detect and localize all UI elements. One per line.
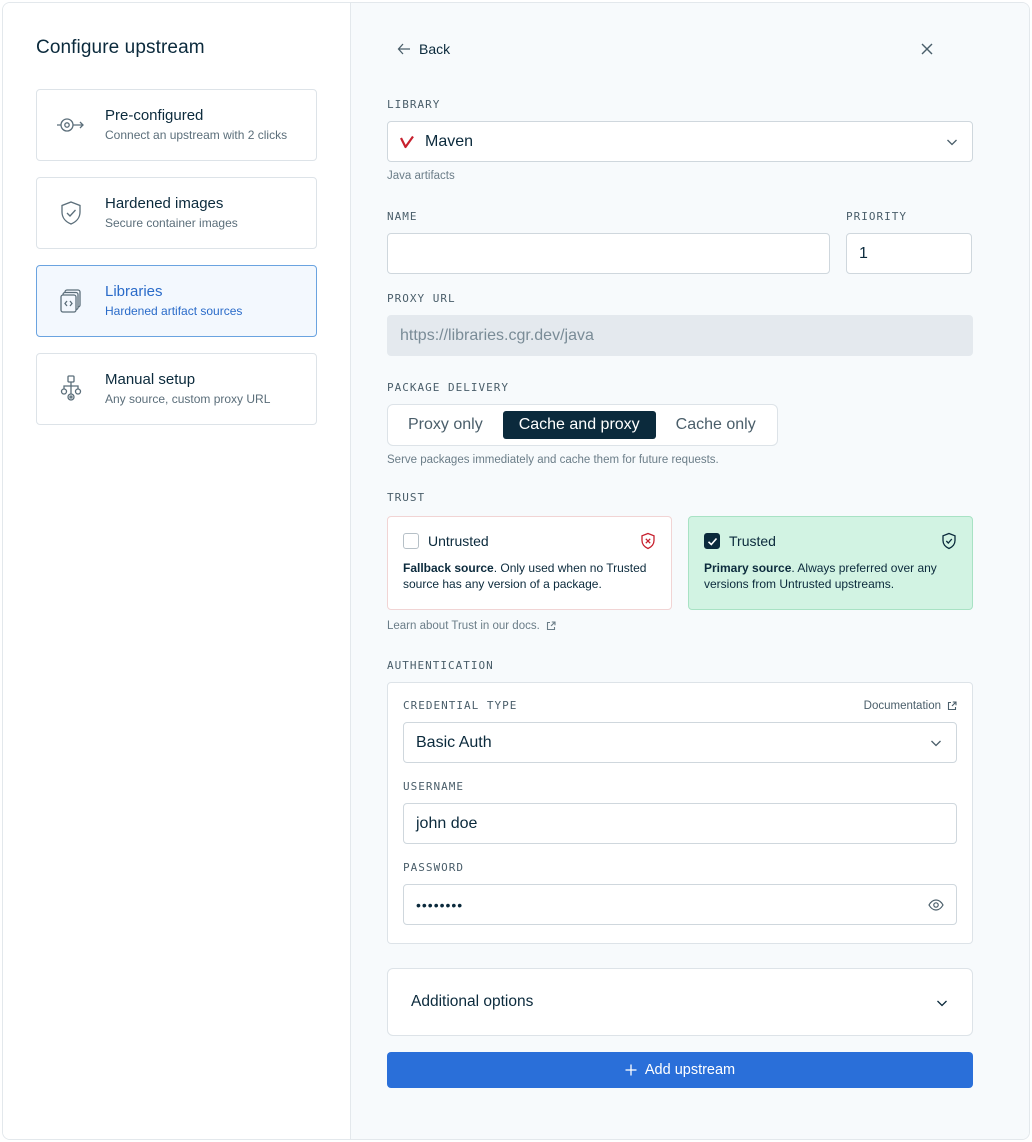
source-type-panel: Configure upstream Pre-configured Connec… <box>3 3 351 1139</box>
option-title: Pre-configured <box>105 107 204 124</box>
source-type-list: Pre-configured Connect an upstream with … <box>36 89 350 425</box>
library-label: LIBRARY <box>387 98 441 111</box>
option-subtitle: Connect an upstream with 2 clicks <box>105 128 288 142</box>
add-upstream-button[interactable]: Add upstream <box>387 1052 973 1088</box>
credential-type-select[interactable]: Basic Auth <box>403 722 957 763</box>
option-subtitle: Hardened artifact sources <box>105 304 243 318</box>
trusted-checkbox[interactable] <box>704 533 720 549</box>
library-value: Maven <box>425 132 474 150</box>
password-label: PASSWORD <box>403 861 464 874</box>
delivery-segmented-control: Proxy only Cache and proxy Cache only <box>387 404 778 446</box>
delivery-option-proxy-only[interactable]: Proxy only <box>392 411 499 439</box>
proxy-url-field: https://libraries.cgr.dev/java <box>387 315 973 356</box>
shield-check-icon <box>942 532 956 550</box>
untrusted-title: Untrusted <box>428 533 489 549</box>
option-libraries[interactable]: Libraries Hardened artifact sources <box>36 265 317 337</box>
close-icon[interactable] <box>919 41 935 57</box>
package-delivery-section: PACKAGE DELIVERY Proxy only Cache and pr… <box>387 380 973 466</box>
external-link-icon <box>947 701 957 711</box>
option-title: Manual setup <box>105 371 196 388</box>
username-value: john doe <box>416 814 478 832</box>
priority-value: 1 <box>859 244 868 262</box>
authentication-section: AUTHENTICATION CREDENTIAL TYPE Documenta… <box>387 658 973 944</box>
additional-options-toggle[interactable]: Additional options <box>387 968 973 1036</box>
name-label: NAME <box>387 210 418 223</box>
username-input[interactable]: john doe <box>403 803 957 844</box>
maven-logo-icon <box>400 135 414 148</box>
trust-docs-link[interactable]: Learn about Trust in our docs. <box>387 620 556 632</box>
libraries-icon <box>37 285 105 317</box>
priority-label: PRIORITY <box>846 210 907 223</box>
trusted-title: Trusted <box>729 533 776 549</box>
flow-icon <box>37 373 105 405</box>
untrusted-checkbox[interactable] <box>403 533 419 549</box>
external-link-icon <box>546 621 556 631</box>
option-pre-configured[interactable]: Pre-configured Connect an upstream with … <box>36 89 317 161</box>
proxy-url-value: https://libraries.cgr.dev/java <box>400 326 594 344</box>
option-subtitle: Any source, custom proxy URL <box>105 392 271 406</box>
checkmark-icon <box>707 537 717 546</box>
back-label: Back <box>419 41 451 57</box>
add-upstream-label: Add upstream <box>644 1062 736 1078</box>
authentication-box: CREDENTIAL TYPE Documentation Basic Auth… <box>387 682 973 944</box>
chevron-down-icon <box>947 139 957 146</box>
untrusted-description: Fallback source. Only used when no Trust… <box>403 561 647 591</box>
option-title: Libraries <box>105 283 163 300</box>
credential-type-value: Basic Auth <box>416 733 492 751</box>
trust-card-trusted[interactable]: Trusted Primary source. Always preferred… <box>688 516 973 610</box>
documentation-label: Documentation <box>863 700 941 712</box>
additional-options-label: Additional options <box>411 993 534 1010</box>
option-title: Hardened images <box>105 195 224 212</box>
option-manual-setup[interactable]: Manual setup Any source, custom proxy UR… <box>36 353 317 425</box>
chevron-down-icon <box>937 1000 947 1007</box>
eye-icon[interactable] <box>928 898 944 912</box>
preconfigured-icon <box>37 109 105 141</box>
library-config-form: Back LIBRARY Maven Java artifacts NAME P… <box>351 3 1029 1139</box>
back-button[interactable]: Back <box>397 41 450 57</box>
authentication-label: AUTHENTICATION <box>387 659 494 672</box>
priority-input[interactable]: 1 <box>846 233 972 274</box>
arrow-left-icon <box>397 43 410 55</box>
trust-card-untrusted[interactable]: Untrusted Fallback source. Only used whe… <box>387 516 672 610</box>
chevron-down-icon <box>931 740 941 747</box>
shield-x-icon <box>641 532 655 550</box>
proxy-url-label: PROXY URL <box>387 292 456 305</box>
library-select[interactable]: Maven <box>387 121 973 162</box>
plus-icon <box>625 1064 637 1076</box>
panel-title: Configure upstream <box>36 37 205 58</box>
trust-label: TRUST <box>387 491 426 504</box>
delivery-option-cache-only[interactable]: Cache only <box>660 411 772 439</box>
trusted-description: Primary source. Always preferred over an… <box>704 561 937 591</box>
delivery-option-cache-and-proxy[interactable]: Cache and proxy <box>502 411 656 439</box>
documentation-link[interactable]: Documentation <box>864 700 957 712</box>
library-section: LIBRARY Maven Java artifacts <box>387 97 973 182</box>
option-hardened-images[interactable]: Hardened images Secure container images <box>36 177 317 249</box>
password-input[interactable]: •••••••• <box>403 884 957 925</box>
library-hint: Java artifacts <box>387 170 455 182</box>
name-priority-row: NAME PRIORITY 1 <box>387 209 973 274</box>
name-input[interactable] <box>387 233 830 274</box>
shield-check-icon <box>37 197 105 229</box>
configure-upstream-modal: Configure upstream Pre-configured Connec… <box>2 2 1030 1140</box>
credential-type-label: CREDENTIAL TYPE <box>403 699 518 712</box>
trust-docs-label: Learn about Trust in our docs. <box>387 620 540 632</box>
username-label: USERNAME <box>403 780 464 793</box>
option-subtitle: Secure container images <box>105 216 238 230</box>
package-delivery-label: PACKAGE DELIVERY <box>387 381 509 394</box>
trust-section: TRUST Untrusted Fallback source. Only us… <box>387 490 973 632</box>
password-value: •••••••• <box>416 896 464 913</box>
delivery-hint: Serve packages immediately and cache the… <box>387 454 719 466</box>
proxy-url-section: PROXY URL https://libraries.cgr.dev/java <box>387 291 973 356</box>
